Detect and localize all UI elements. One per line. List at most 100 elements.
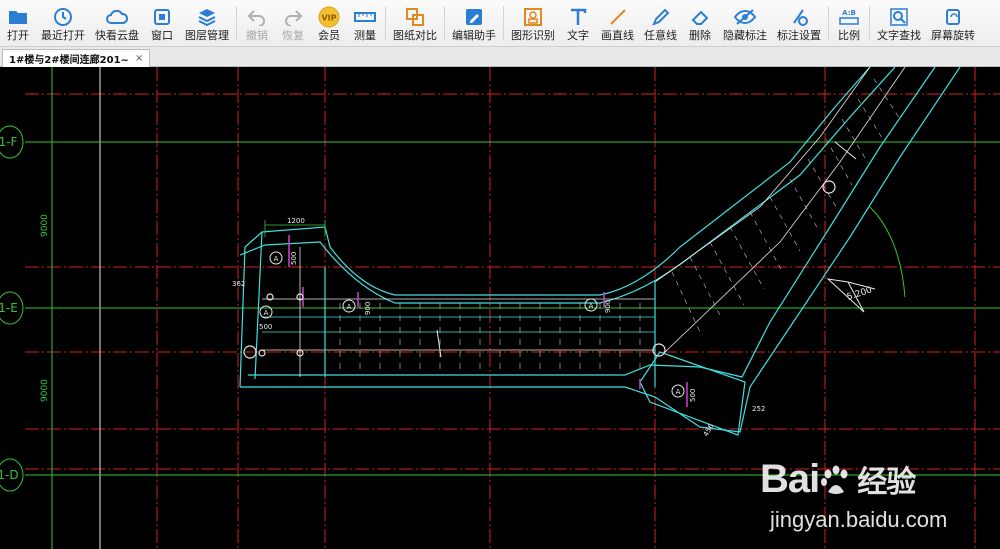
layers-label: 图层管理 [185,28,229,42]
undo-label: 撤销 [246,28,268,42]
compare-label: 图纸对比 [393,28,437,42]
scale-label: 比例 [838,28,860,42]
window-button[interactable]: 窗口 [144,0,180,46]
hide-mark-label: 隐藏标注 [723,28,767,42]
vip-label: 会员 [318,28,340,42]
screen-rotate-icon [942,6,964,28]
open-button[interactable]: 打开 [0,0,36,46]
toolbar-separator [385,6,386,40]
text-button[interactable]: 文字 [560,0,596,46]
toolbar-separator [444,6,445,40]
eye-hide-icon [734,6,756,28]
edit-assist-button[interactable]: 编辑助手 [447,0,501,46]
cloud-icon [106,6,128,28]
mark-settings-label: 标注设置 [777,28,821,42]
svg-text:1-E: 1-E [0,301,18,315]
column-marks [243,180,836,359]
dim-500-b: 500 [259,323,272,331]
toolbar-separator [236,6,237,40]
mark-settings-button[interactable]: 标注设置 [772,0,826,46]
scale-icon: A:B [838,6,860,28]
cad-viewer-app: 打开 最近打开 快看云盘 窗口 图层管理 撤销 恢复 VIP 会员 测量 图纸对比 编辑助手 图形识别文… [0,0,1000,549]
edit-assist-label: 编辑助手 [452,28,496,42]
redo-button[interactable]: 恢复 [275,0,311,46]
mark-settings-icon [788,6,810,28]
measure-button[interactable]: 测量 [347,0,383,46]
redo-label: 恢复 [282,28,304,42]
vip-button[interactable]: VIP 会员 [311,0,347,46]
window-icon [151,6,173,28]
text-label: 文字 [567,28,589,42]
vip-badge-icon: VIP [318,6,340,28]
svg-text:A:B: A:B [842,9,856,17]
layers-button[interactable]: 图层管理 [180,0,234,46]
dimension-left-upper: 9000 [40,214,50,237]
screen-rotate-label: 屏幕旋转 [931,28,975,42]
svg-text:A: A [264,309,269,317]
cloud-label: 快看云盘 [95,28,139,42]
line-label: 画直线 [601,28,634,42]
measure-label: 测量 [354,28,376,42]
toolbar-separator [869,6,870,40]
freeline-button[interactable]: 任意线 [639,0,682,46]
text-search-button[interactable]: 文字查找 [872,0,926,46]
corridor-outline [239,67,961,436]
dim-900-b: 900 [604,300,612,313]
dim-900-a: 900 [364,302,372,315]
svg-text:A: A [676,388,681,396]
open-label: 打开 [7,28,29,42]
section-mark-4: A [584,298,598,312]
redo-icon [282,6,304,28]
svg-text:A: A [347,303,352,311]
undo-icon [246,6,268,28]
compare-button[interactable]: 图纸对比 [388,0,442,46]
direction-marks [436,141,857,358]
dim-362: 362 [232,280,245,288]
delete-label: 删除 [689,28,711,42]
cloud-button[interactable]: 快看云盘 [90,0,144,46]
line-icon [607,6,629,28]
shape-recognition-icon [522,6,544,28]
recent-label: 最近打开 [41,28,85,42]
drawing-canvas[interactable]: 1-F 1-E 1-D 9000 9000 1200 A A A A A 500… [0,67,1000,549]
line-button[interactable]: 画直线 [596,0,639,46]
ruler-icon [354,6,376,28]
axis-label-middle: 1-E [0,291,24,325]
freeline-label: 任意线 [644,28,677,42]
close-icon[interactable]: × [135,53,143,64]
scale-button[interactable]: A:B 比例 [831,0,867,46]
dimension-left-lower: 9000 [40,379,50,402]
window-label: 窗口 [151,28,173,42]
dim-500-a: 500 [290,252,298,265]
text-search-icon [888,6,910,28]
shape-recog-label: 图形识别 [511,28,555,42]
svg-text:A: A [274,255,279,263]
layers-icon [196,6,218,28]
pen-icon [650,6,672,28]
recent-button[interactable]: 最近打开 [36,0,90,46]
toolbar-separator [828,6,829,40]
edit-assist-icon [463,6,485,28]
axis-label-top: 1-F [0,125,24,159]
undo-button[interactable]: 撤销 [239,0,275,46]
toolbar-separator [503,6,504,40]
screen-rotate-button[interactable]: 屏幕旋转 [926,0,980,46]
svg-text:1-F: 1-F [0,135,18,149]
magenta-marks [288,235,688,407]
main-toolbar: 打开 最近打开 快看云盘 窗口 图层管理 撤销 恢复 VIP 会员 测量 图纸对比 编辑助手 图形识别文… [0,0,1000,47]
svg-text:1-D: 1-D [0,468,19,482]
svg-text:VIP: VIP [321,13,336,22]
document-tab[interactable]: 1#楼与2#楼间连廊201~ × [2,49,151,67]
delete-button[interactable]: 删除 [682,0,718,46]
clock-icon [52,6,74,28]
document-tab-title: 1#楼与2#楼间连廊201~ [9,55,129,66]
hide-mark-button[interactable]: 隐藏标注 [718,0,772,46]
dim-500-c: 500 [689,389,697,402]
shape-recog-button[interactable]: 图形识别 [506,0,560,46]
text-search-label: 文字查找 [877,28,921,42]
section-mark-5: A [671,384,685,398]
dim-252: 252 [752,405,765,413]
axis-label-bottom: 1-D [0,458,24,492]
elevation-text: 5.200 [846,285,874,303]
text-icon [567,6,589,28]
